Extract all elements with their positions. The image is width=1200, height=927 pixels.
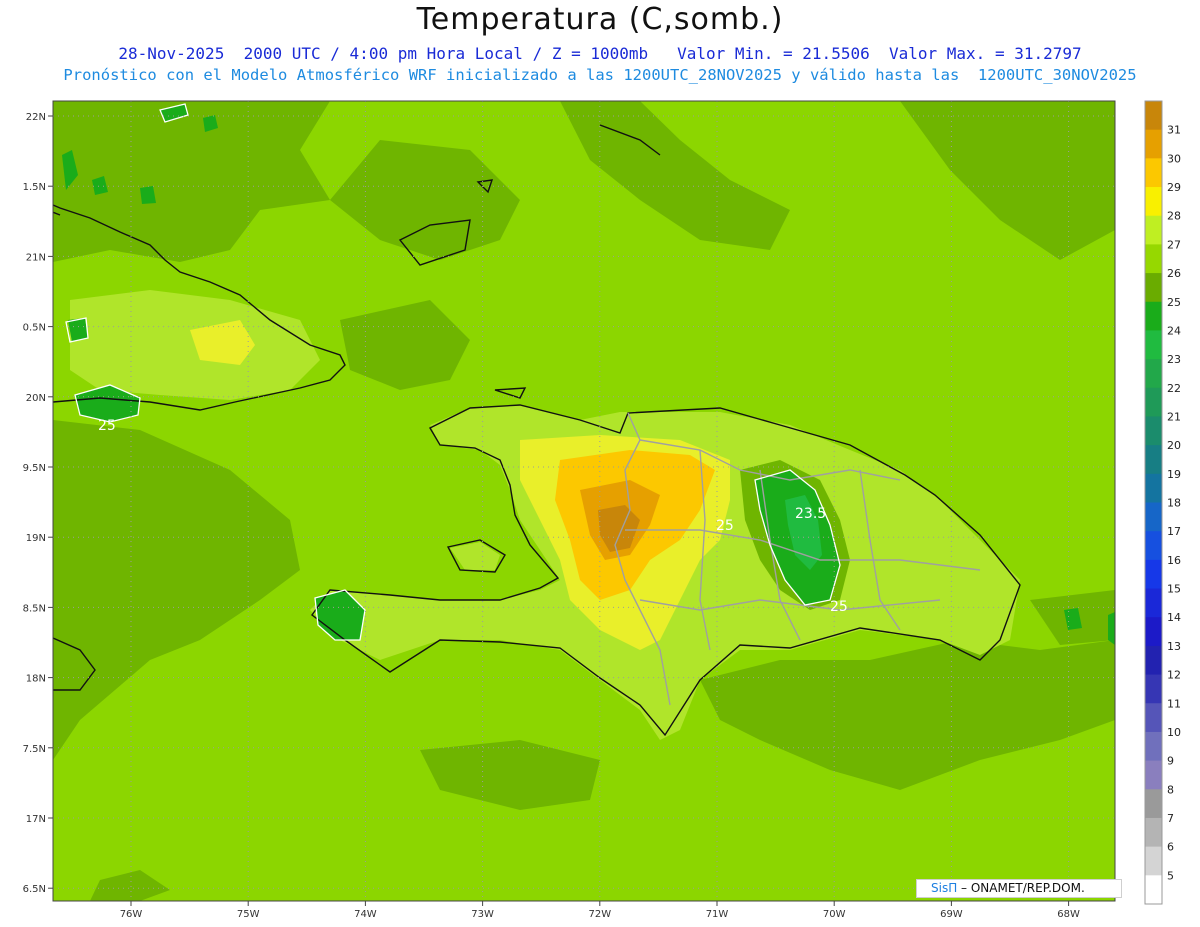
- colorbar-label: 27: [1167, 238, 1181, 251]
- colorbar-label: 18: [1167, 497, 1181, 510]
- colorbar-swatch: [1145, 760, 1162, 790]
- contour-label: 25: [716, 518, 734, 534]
- colorbar-swatch: [1145, 473, 1162, 503]
- lon-label: 75W: [237, 909, 260, 920]
- colorbar-label: 23: [1167, 353, 1181, 366]
- colorbar-swatch: [1145, 445, 1162, 475]
- temp-band-24: [1108, 612, 1115, 645]
- colorbar-label: 16: [1167, 554, 1181, 567]
- colorbar-swatch: [1145, 301, 1162, 331]
- colorbar-swatch: [1145, 359, 1162, 389]
- colorbar-swatch: [1145, 846, 1162, 876]
- colorbar-label: 14: [1167, 611, 1181, 624]
- colorbar-swatch: [1145, 273, 1162, 303]
- colorbar-swatch: [1145, 129, 1162, 159]
- lon-label: 70W: [823, 909, 846, 920]
- colorbar-swatch: [1145, 531, 1162, 561]
- colorbar-swatch: [1145, 875, 1162, 905]
- colorbar-label: 19: [1167, 468, 1181, 481]
- contour-label: 25: [830, 599, 848, 615]
- colorbar-label: 15: [1167, 583, 1181, 596]
- colorbar-swatch: [1145, 588, 1162, 618]
- colorbar-swatch: [1145, 617, 1162, 647]
- colorbar-label: 25: [1167, 296, 1181, 309]
- colorbar-label: 17: [1167, 525, 1181, 538]
- colorbar-label: 5: [1167, 869, 1174, 882]
- colorbar-swatch: [1145, 817, 1162, 848]
- colorbar-label: 10: [1167, 726, 1181, 739]
- lat-label: 1.5N: [23, 182, 46, 193]
- colorbar-swatch: [1145, 674, 1162, 704]
- colorbar-swatch: [1145, 502, 1162, 532]
- colorbar: 31 30 29 28 27 26 25 24 23 22 21 20 19 18 17 16 15 14 13 12…: [1144, 100, 1181, 905]
- colorbar-swatch: [1145, 645, 1162, 676]
- colorbar-label: 30: [1167, 152, 1181, 165]
- lon-label: 68W: [1057, 909, 1080, 920]
- lat-label: 21N: [26, 252, 46, 263]
- lat-label: 20N: [26, 393, 46, 404]
- colorbar-label: 24: [1167, 324, 1181, 337]
- lon-label: 73W: [471, 909, 494, 920]
- lat-label: 7.5N: [23, 744, 46, 755]
- colorbar-label: 13: [1167, 640, 1181, 653]
- credit-box: SisΠ – ONAMET/REP.DOM.: [916, 879, 1122, 898]
- temperature-map: 25 25 23.5 25 22N 1.5N 21N 0.5N 20N 9.5N 19N 8.…: [23, 100, 1181, 920]
- colorbar-label: 11: [1167, 697, 1181, 710]
- latitude-labels: 22N 1.5N 21N 0.5N 20N 9.5N 19N 8.5N 18N 7.5N 17N 6.…: [23, 112, 53, 895]
- lat-label: 0.5N: [23, 323, 46, 334]
- colorbar-label: 20: [1167, 439, 1181, 452]
- colorbar-swatch: [1145, 101, 1162, 131]
- colorbar-swatch: [1145, 187, 1162, 217]
- lon-label: 72W: [588, 909, 611, 920]
- colorbar-label: 7: [1167, 812, 1174, 825]
- colorbar-label: 29: [1167, 181, 1181, 194]
- lon-label: 74W: [354, 909, 377, 920]
- colorbar-swatch: [1145, 789, 1162, 819]
- lat-label: 19N: [26, 533, 46, 544]
- colorbar-label: 8: [1167, 783, 1174, 796]
- colorbar-label: 28: [1167, 210, 1181, 223]
- colorbar-swatch: [1145, 330, 1162, 360]
- colorbar-swatch: [1145, 244, 1162, 274]
- colorbar-swatch: [1145, 703, 1162, 733]
- credit-text: – ONAMET/REP.DOM.: [957, 881, 1085, 895]
- colorbar-label: 6: [1167, 841, 1174, 854]
- longitude-labels: 76W 75W 74W 73W 72W 71W 70W 69W 68W: [120, 901, 1080, 920]
- lat-label: 18N: [26, 674, 46, 685]
- colorbar-swatch: [1145, 387, 1162, 417]
- lat-label: 17N: [26, 814, 46, 825]
- lon-label: 76W: [120, 909, 143, 920]
- contour-label: 25: [98, 418, 116, 434]
- colorbar-label: 26: [1167, 267, 1181, 280]
- colorbar-swatch: [1145, 416, 1162, 446]
- colorbar-label: 12: [1167, 669, 1181, 682]
- brand-logo-text: SisΠ: [931, 881, 958, 895]
- colorbar-label: 22: [1167, 382, 1181, 395]
- lon-label: 69W: [940, 909, 963, 920]
- colorbar-swatch: [1145, 559, 1162, 590]
- colorbar-label: 31: [1167, 124, 1181, 137]
- colorbar-label: 21: [1167, 410, 1181, 423]
- lat-label: 22N: [26, 112, 46, 123]
- lat-label: 9.5N: [23, 463, 46, 474]
- colorbar-swatch: [1145, 215, 1162, 245]
- lon-label: 71W: [706, 909, 729, 920]
- colorbar-swatch: [1145, 731, 1162, 762]
- colorbar-label: 9: [1167, 755, 1174, 768]
- contour-label: 23.5: [795, 506, 826, 522]
- lat-label: 8.5N: [23, 603, 46, 614]
- lat-label: 6.5N: [23, 884, 46, 895]
- colorbar-swatch: [1145, 158, 1162, 188]
